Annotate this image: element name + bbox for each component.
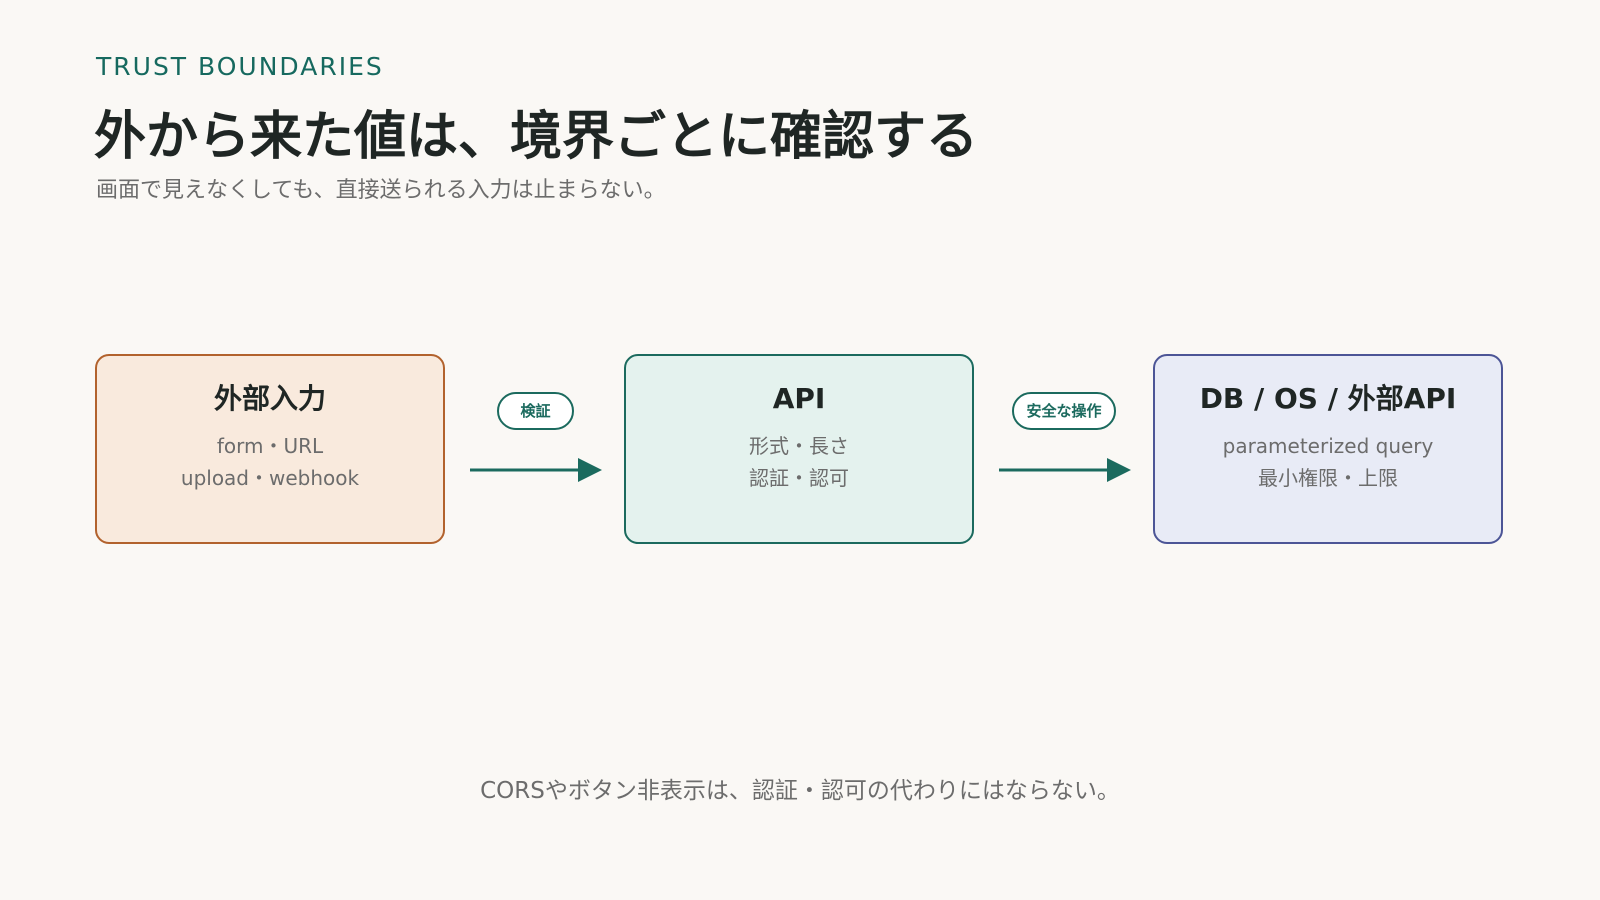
node-detail-line: 認証・認可 (749, 466, 849, 490)
node-external-input: 外部入力 form・URL upload・webhook (95, 354, 445, 544)
node-detail-line: 最小権限・上限 (1258, 466, 1398, 490)
page-subtitle: 画面で見えなくしても、直接送られる入力は止まらない。 (96, 178, 666, 203)
node-detail-line: parameterized query (1222, 434, 1434, 458)
node-title: 外部入力 (213, 382, 326, 415)
node-title: DB / OS / 外部API (1199, 382, 1457, 415)
edge-label-validation: 検証 (497, 392, 574, 430)
node-detail-line: form・URL (216, 434, 324, 458)
node-title: API (772, 382, 826, 415)
node-detail-line: 形式・長さ (749, 434, 849, 458)
node-detail-line: upload・webhook (180, 466, 360, 490)
section-eyebrow: TRUST BOUNDARIES (96, 52, 384, 81)
arrow-right-icon (470, 458, 602, 482)
edge-label-safe-operation: 安全な操作 (1012, 392, 1116, 430)
node-db-os-external-api: DB / OS / 外部API parameterized query 最小権限… (1153, 354, 1503, 544)
arrow-right-icon (999, 458, 1131, 482)
page-title: 外から来た値は、境界ごとに確認する (94, 107, 979, 167)
node-api: API 形式・長さ 認証・認可 (624, 354, 974, 544)
footer-note: CORSやボタン非表示は、認証・認可の代わりにはならない。 (480, 778, 1120, 804)
